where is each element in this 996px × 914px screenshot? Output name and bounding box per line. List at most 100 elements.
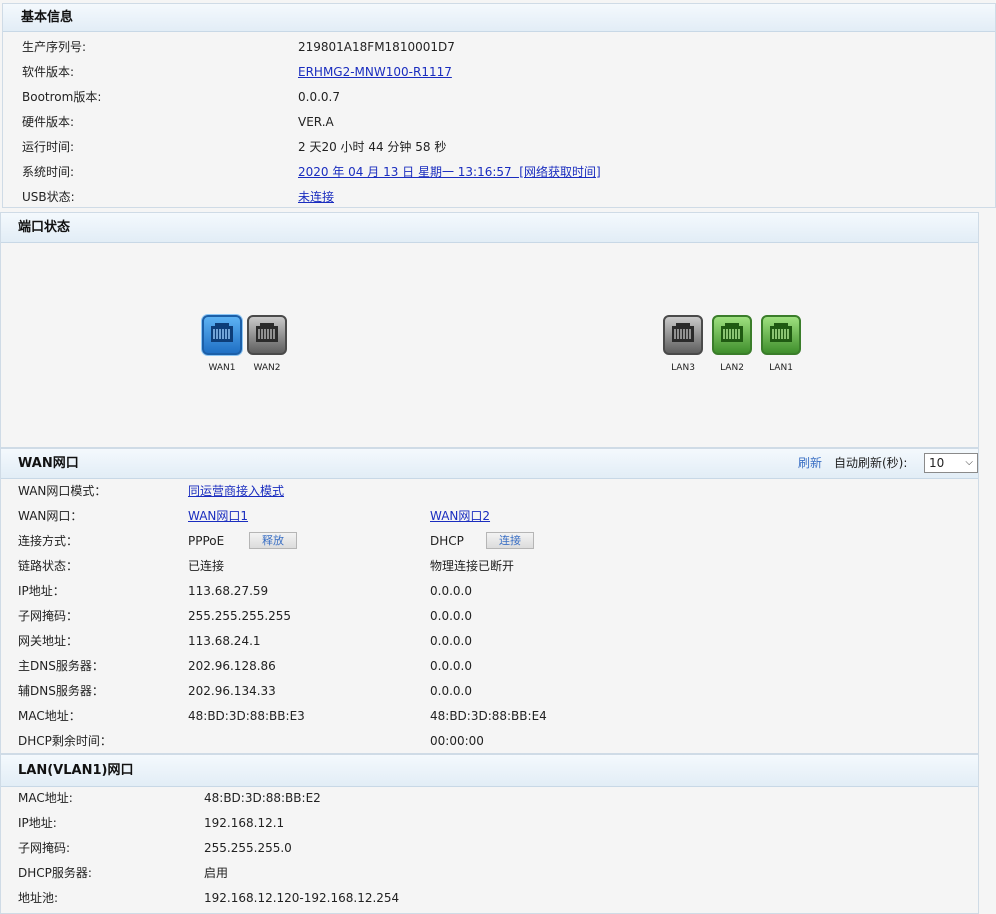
connect-button[interactable]: 连接 <box>486 532 534 549</box>
lan-value: 48:BD:3D:88:BB:E2 <box>204 788 321 808</box>
wan-label: 辅DNS服务器： <box>18 684 104 698</box>
basic-label: 硬件版本: <box>22 115 75 129</box>
wan-label: IP地址： <box>18 584 65 598</box>
wan-port1-link[interactable]: WAN网口1 <box>188 509 248 523</box>
wan1-value: 113.68.27.59 <box>188 581 268 601</box>
wan-port2-link[interactable]: WAN网口2 <box>430 509 490 523</box>
wan2-value: 00:00:00 <box>430 731 484 751</box>
lan-label: 地址池: <box>18 891 59 905</box>
port-lan1[interactable]: LAN1 <box>761 315 801 373</box>
lan-row-label: MAC地址: <box>18 788 73 808</box>
wan-row-label: DHCP剩余时间： <box>18 731 112 751</box>
wan-title: WAN网口 <box>18 456 79 471</box>
wan1-text: 113.68.27.59 <box>188 584 269 598</box>
wan-label: 主DNS服务器： <box>18 659 104 673</box>
port-wan2[interactable]: WAN2 <box>247 315 287 373</box>
conn-label: 连接方式： <box>18 534 79 548</box>
basic-row: 软件版本: <box>22 62 74 82</box>
wan1-text: 202.96.128.86 <box>188 659 276 673</box>
wan2-value: 0.0.0.0 <box>430 581 472 601</box>
port-label: WAN1 <box>208 363 236 373</box>
lan-row-label: DHCP服务器: <box>18 863 92 883</box>
wan2-value: 0.0.0.0 <box>430 606 472 626</box>
basic-label: 运行时间: <box>22 140 75 154</box>
basic-row: 运行时间: <box>22 137 74 157</box>
release-button[interactable]: 释放 <box>249 532 297 549</box>
ethernet-port-icon <box>247 315 287 355</box>
wan2-value: 物理连接已断开 <box>430 556 514 576</box>
lan-text: 启用 <box>204 866 229 880</box>
usb-status-link[interactable]: 未连接 <box>298 190 334 204</box>
wan-mode-label-cell: WAN网口模式： <box>18 481 106 501</box>
refresh-link[interactable]: 刷新 <box>798 455 822 471</box>
auto-refresh-select[interactable]: 10 ⌵ <box>924 453 978 473</box>
lan-label: DHCP服务器: <box>18 866 92 880</box>
wan1-value: 202.96.134.33 <box>188 681 276 701</box>
system-time-link[interactable]: 2020 年 04 月 13 日 星期一 13:16:57 [网络获取时间] <box>298 165 601 179</box>
basic-row: 系统时间: <box>22 162 74 182</box>
wan1-text: 255.255.255.255 <box>188 609 292 623</box>
system-time-cell: 2020 年 04 月 13 日 星期一 13:16:57 [网络获取时间] <box>298 162 601 182</box>
serial-text: 219801A18FM1810001D7 <box>298 40 455 54</box>
wan2-text: 物理连接已断开 <box>430 559 515 573</box>
wan2-text: 0.0.0.0 <box>430 659 472 673</box>
basic-info-panel: 基本信息 生产序列号: 219801A18FM1810001D7 软件版本: E… <box>2 3 996 208</box>
ethernet-port-icon <box>663 315 703 355</box>
wan1-text: 已连接 <box>188 559 225 573</box>
wan-mode-label: WAN网口模式： <box>18 484 107 498</box>
lan-value: 192.168.12.120-192.168.12.254 <box>204 888 399 908</box>
basic-label: Bootrom版本: <box>22 90 102 104</box>
wan1-value: 113.68.24.1 <box>188 631 261 651</box>
wan2-value: 48:BD:3D:88:BB:E4 <box>430 706 547 726</box>
wan1-value: 已连接 <box>188 556 224 576</box>
wan2-text: 00:00:00 <box>430 734 484 748</box>
lan-value: 255.255.255.0 <box>204 838 292 858</box>
serial-value: 219801A18FM1810001D7 <box>298 37 455 57</box>
wan-label: 网关地址： <box>18 634 79 648</box>
wan-port1-cell: WAN网口1 <box>188 506 248 526</box>
wan1-text: 202.96.134.33 <box>188 684 276 698</box>
lan-value: 192.168.12.1 <box>204 813 284 833</box>
wan-mode-link[interactable]: 同运营商接入模式 <box>188 484 284 498</box>
wan1-text: 113.68.24.1 <box>188 634 261 648</box>
wan1-value: 48:BD:3D:88:BB:E3 <box>188 706 305 726</box>
port-lan2[interactable]: LAN2 <box>712 315 752 373</box>
wan2-value: 0.0.0.0 <box>430 681 472 701</box>
lan-label: 子网掩码: <box>18 841 71 855</box>
lan-header: LAN(VLAN1)网口 <box>1 755 978 787</box>
auto-refresh-value: 10 <box>929 456 945 470</box>
port-status-header: 端口状态 <box>1 213 978 243</box>
basic-label: 生产序列号: <box>22 40 87 54</box>
uptime-text: 2 天20 小时 44 分钟 58 秒 <box>298 140 447 154</box>
wan-label: 子网掩码： <box>18 609 79 623</box>
wan2-value: 0.0.0.0 <box>430 656 472 676</box>
port-wan1[interactable]: WAN1 <box>202 315 242 373</box>
basic-label: USB状态: <box>22 190 75 204</box>
lan-text: 255.255.255.0 <box>204 841 292 855</box>
software-version-link[interactable]: ERHMG2-MNW100-R1117 <box>298 65 452 79</box>
port-lan3[interactable]: LAN3 <box>663 315 703 373</box>
port-label: LAN2 <box>720 363 744 373</box>
port-label: WAN2 <box>253 363 281 373</box>
conn-label-cell: 连接方式： <box>18 531 78 551</box>
port-status-title: 端口状态 <box>18 220 71 235</box>
wan-label: 链路状态： <box>18 559 79 573</box>
wan1-text: 48:BD:3D:88:BB:E3 <box>188 709 305 723</box>
lan-text: 192.168.12.120-192.168.12.254 <box>204 891 400 905</box>
basic-row: Bootrom版本: <box>22 87 101 107</box>
wan2-text: 0.0.0.0 <box>430 609 472 623</box>
bootrom-value: 0.0.0.7 <box>298 87 340 107</box>
hardware-text: VER.A <box>298 115 334 129</box>
bootrom-text: 0.0.0.7 <box>298 90 340 104</box>
wan-port2-cell: WAN网口2 <box>430 506 490 526</box>
ethernet-port-icon <box>202 315 242 355</box>
auto-refresh-label: 自动刷新(秒): <box>834 456 908 470</box>
usb-status-cell: 未连接 <box>298 187 334 207</box>
wan-row-label: MAC地址： <box>18 706 81 726</box>
lan-row-label: 子网掩码: <box>18 838 70 858</box>
basic-info-title: 基本信息 <box>21 10 74 25</box>
wan-row-label: IP地址： <box>18 581 65 601</box>
wan-row-label: 子网掩码： <box>18 606 78 626</box>
conn1-cell: PPPoE <box>188 531 224 551</box>
hardware-value: VER.A <box>298 112 334 132</box>
